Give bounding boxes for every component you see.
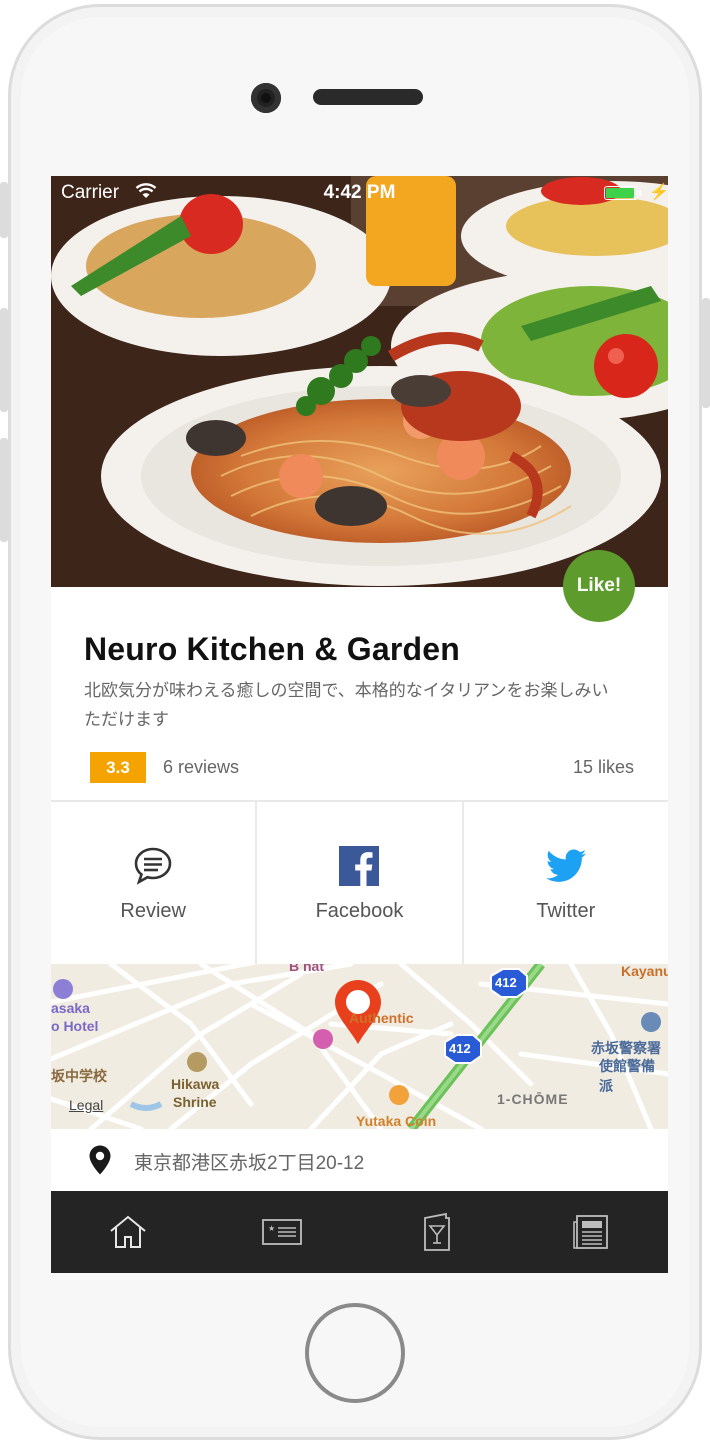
restaurant-description: 北欧気分が味わえる癒しの空間で、本格的なイタリアンをお楽しみいただけます bbox=[84, 681, 609, 729]
rating-badge: 3.3 bbox=[90, 752, 146, 783]
map-label-police-a: 赤坂警察署 bbox=[591, 1040, 661, 1056]
twitter-button[interactable]: Twitter bbox=[464, 802, 668, 966]
card-icon: ★ bbox=[262, 1219, 303, 1245]
map-streets bbox=[51, 964, 668, 1129]
route-412-south-label: 412 bbox=[449, 1041, 471, 1056]
location-pin-icon bbox=[89, 1145, 111, 1175]
status-bar: Carrier 4:42 PM ⚡ bbox=[51, 176, 668, 210]
map-label-hotel-b: o Hotel bbox=[51, 1018, 99, 1034]
location-map[interactable]: asaka o Hotel 坂中学校 Hikawa Shrine Legal A… bbox=[51, 964, 668, 1129]
food-illustration bbox=[51, 176, 668, 587]
restaurant-name: Neuro Kitchen & Garden bbox=[84, 631, 461, 667]
volume-up-button bbox=[0, 308, 8, 412]
map-label-place: Authentic bbox=[349, 1010, 414, 1026]
address-text: 東京都港区赤坂2丁目20-12 bbox=[134, 1153, 365, 1174]
review-button[interactable]: Review bbox=[51, 802, 258, 966]
mute-switch bbox=[0, 182, 8, 238]
charging-bolt-icon: ⚡ bbox=[649, 184, 668, 201]
map-label-police-b: 使館警備派 bbox=[599, 1058, 655, 1094]
map-label-b-hat: B hat bbox=[289, 964, 324, 974]
battery-icon bbox=[604, 186, 641, 200]
front-camera bbox=[251, 83, 281, 113]
map-label-shrine-b: Shrine bbox=[173, 1094, 217, 1110]
home-icon bbox=[110, 1215, 146, 1248]
address-row[interactable]: 東京都港区赤坂2丁目20-12 bbox=[51, 1129, 668, 1191]
power-button bbox=[702, 298, 710, 408]
svg-text:★: ★ bbox=[268, 1224, 275, 1233]
facebook-icon bbox=[339, 845, 380, 886]
earpiece-speaker bbox=[313, 89, 423, 105]
twitter-label: Twitter bbox=[536, 899, 596, 922]
tab-bar: ★ bbox=[51, 1191, 668, 1273]
status-time: 4:42 PM bbox=[323, 182, 396, 203]
cocktail-menu-icon bbox=[423, 1212, 450, 1251]
reviews-count[interactable]: 6 reviews bbox=[163, 757, 239, 778]
newspaper-icon bbox=[573, 1215, 608, 1249]
volume-down-button bbox=[0, 438, 8, 542]
route-412-north-label: 412 bbox=[495, 975, 517, 990]
twitter-icon bbox=[545, 846, 586, 886]
map-label-chome: 1-CHŌME bbox=[497, 1091, 569, 1107]
tab-drink-menu[interactable] bbox=[360, 1191, 514, 1273]
map-label-yutaka: Yutaka Coin bbox=[356, 1113, 437, 1129]
map-legal-link[interactable]: Legal bbox=[69, 1097, 103, 1113]
tab-card[interactable]: ★ bbox=[205, 1191, 359, 1273]
review-label: Review bbox=[120, 899, 186, 922]
app-screen: Carrier 4:42 PM ⚡ Like! Neuro Kitchen & … bbox=[51, 176, 668, 1273]
tab-home[interactable] bbox=[51, 1191, 205, 1273]
likes-count: 15 likes bbox=[572, 757, 634, 777]
facebook-button[interactable]: Facebook bbox=[257, 802, 464, 966]
home-button[interactable] bbox=[305, 1303, 405, 1403]
map-label-school: 坂中学校 bbox=[51, 1068, 107, 1084]
facebook-label: Facebook bbox=[315, 899, 404, 922]
map-label-kayanu: Kayanu bbox=[621, 964, 668, 979]
hero-food-photo: Carrier 4:42 PM ⚡ bbox=[51, 176, 668, 587]
map-label-hotel-a: asaka bbox=[51, 1000, 90, 1016]
tab-news[interactable] bbox=[514, 1191, 668, 1273]
share-actions: Review Facebook Twitter bbox=[51, 800, 668, 966]
chat-bubble-icon bbox=[133, 846, 173, 886]
like-button[interactable]: Like! bbox=[563, 550, 635, 622]
map-label-shrine-a: Hikawa bbox=[171, 1076, 220, 1092]
